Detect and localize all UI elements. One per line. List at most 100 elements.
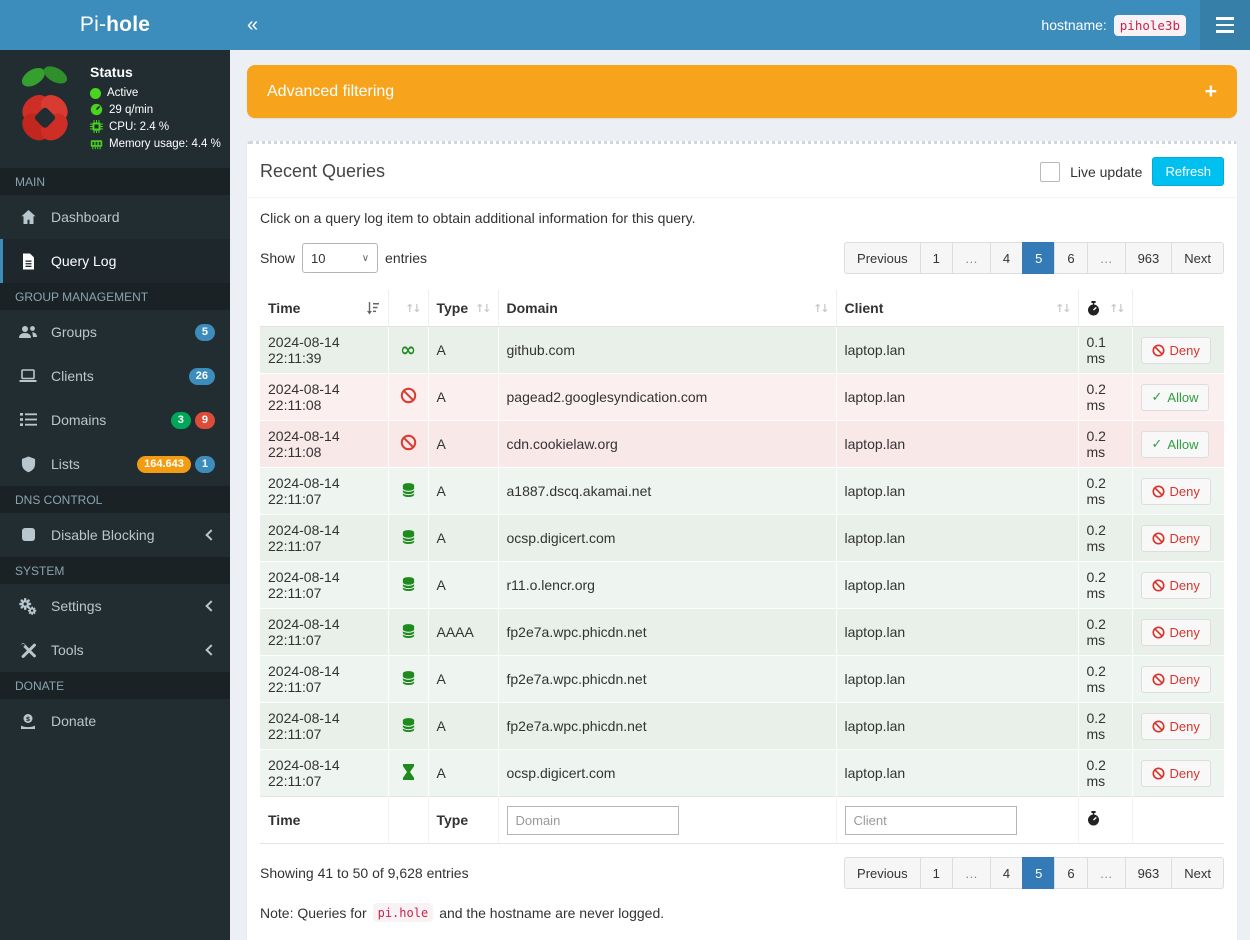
page-number-active[interactable]: 5 <box>1022 242 1056 274</box>
sidebar-item-label: Dashboard <box>51 209 120 225</box>
gauge-icon <box>90 103 103 116</box>
page-number[interactable]: 963 <box>1124 242 1173 274</box>
database-icon <box>401 717 415 732</box>
sidebar-item-clients[interactable]: Clients 26 <box>0 354 230 398</box>
sidebar-item-label: Query Log <box>51 253 117 269</box>
page-number[interactable]: 4 <box>989 242 1024 274</box>
sidebar-item-settings[interactable]: Settings <box>0 584 230 628</box>
deny-button[interactable]: Deny <box>1140 336 1211 364</box>
allow-button[interactable]: ✓ Allow <box>1140 430 1210 458</box>
page-ellipsis: … <box>1086 857 1126 889</box>
footer-type-label: Type <box>428 796 499 844</box>
deny-button[interactable]: Deny <box>1140 712 1211 740</box>
pihole-raspberry-logo <box>21 66 68 141</box>
sidebar-item-query-log[interactable]: Query Log <box>0 239 230 283</box>
database-icon <box>401 482 415 497</box>
column-header-status[interactable]: ↑↓ <box>388 290 429 327</box>
sidebar-item-disable-blocking[interactable]: Disable Blocking <box>0 513 230 557</box>
sidebar-item-donate[interactable]: $ Donate <box>0 699 230 743</box>
sidebar: Pi-hole Status Active 29 q/min CPU: 2.4 … <box>0 0 230 940</box>
sidebar-item-lists[interactable]: Lists 164.643 1 <box>0 442 230 486</box>
sidebar-item-dashboard[interactable]: Dashboard <box>0 195 230 239</box>
gears-icon <box>18 597 38 615</box>
sidebar-item-tools[interactable]: Tools <box>0 628 230 672</box>
table-row[interactable]: 2024-08-14 22:11:08 A cdn.cookielaw.org … <box>260 420 1224 468</box>
list-icon <box>18 412 38 429</box>
memory-icon <box>90 140 103 150</box>
donate-icon: $ <box>18 713 38 730</box>
column-header-client[interactable]: Client ↑↓ <box>836 290 1079 327</box>
shield-icon <box>18 456 38 473</box>
page-previous[interactable]: Previous <box>844 857 921 889</box>
deny-button[interactable]: Deny <box>1140 571 1211 599</box>
deny-button[interactable]: Deny <box>1140 665 1211 693</box>
page-number[interactable]: 4 <box>989 857 1024 889</box>
privacy-note: Note: Queries for pi.hole and the hostna… <box>260 903 665 922</box>
column-header-type[interactable]: Type ↑↓ <box>428 290 499 327</box>
stopwatch-icon <box>1087 300 1099 315</box>
client-search-input[interactable] <box>844 805 1017 835</box>
ban-icon <box>1151 484 1165 498</box>
sort-icon: ↑↓ <box>813 301 830 315</box>
table-row[interactable]: 2024-08-14 22:11:07 A ocsp.digicert.com … <box>260 514 1224 562</box>
page-number[interactable]: 963 <box>1124 857 1173 889</box>
sidebar-item-domains[interactable]: Domains 3 9 <box>0 398 230 442</box>
brand-text: Pi-hole <box>79 13 151 36</box>
topbar: « hostname: pihole3b <box>230 0 1250 50</box>
table-row[interactable]: 2024-08-14 22:11:07 A fp2e7a.wpc.phicdn.… <box>260 655 1224 703</box>
page-number-active[interactable]: 5 <box>1022 857 1056 889</box>
page-number[interactable]: 6 <box>1054 242 1088 274</box>
page-number[interactable]: 1 <box>919 857 953 889</box>
hostname-badge: pihole3b <box>1113 14 1186 36</box>
sidebar-item-label: Groups <box>51 324 97 340</box>
page-next[interactable]: Next <box>1171 857 1224 889</box>
sidebar-item-label: Settings <box>51 598 102 614</box>
check-icon: ✓ <box>1151 389 1163 405</box>
page-previous[interactable]: Previous <box>844 242 921 274</box>
section-system: SYSTEM <box>0 557 230 584</box>
chevron-left-icon <box>205 644 217 656</box>
advanced-filtering-header[interactable]: Advanced filtering + <box>247 65 1237 118</box>
sort-icon: ↑↓ <box>405 301 422 315</box>
page-next[interactable]: Next <box>1171 242 1224 274</box>
page-number[interactable]: 1 <box>919 242 953 274</box>
entries-info: Showing 41 to 50 of 9,628 entries <box>260 865 469 881</box>
table-row[interactable]: 2024-08-14 22:11:07 A a1887.dscq.akamai.… <box>260 467 1224 515</box>
table-row[interactable]: 2024-08-14 22:11:07 A r11.o.lencr.org la… <box>260 561 1224 609</box>
refresh-button[interactable]: Refresh <box>1152 157 1224 186</box>
section-main: MAIN <box>0 168 230 195</box>
column-header-time[interactable]: Time <box>260 290 389 327</box>
section-dns-control: DNS CONTROL <box>0 486 230 513</box>
table-row[interactable]: 2024-08-14 22:11:07 A ocsp.digicert.com … <box>260 749 1224 797</box>
deny-button[interactable]: Deny <box>1140 618 1211 646</box>
column-header-domain[interactable]: Domain ↑↓ <box>498 290 837 327</box>
page-size-select[interactable]: 10 ∨ <box>302 243 379 273</box>
table-row[interactable]: 2024-08-14 22:11:07 A fp2e7a.wpc.phicdn.… <box>260 702 1224 750</box>
sort-icon: ↑↓ <box>475 301 492 315</box>
query-log-table: Time ↑↓ Type ↑↓ Domain ↑↓ Client ↑↓ ↑↓ 2… <box>260 290 1224 844</box>
qpm-label: 29 q/min <box>109 103 154 116</box>
table-row[interactable]: 2024-08-14 22:11:39 ∞ A github.com lapto… <box>260 326 1224 374</box>
deny-button[interactable]: Deny <box>1140 477 1211 505</box>
page-ellipsis: … <box>951 857 991 889</box>
expand-plus-icon[interactable]: + <box>1205 80 1217 104</box>
ban-icon <box>1151 531 1165 545</box>
page-number[interactable]: 6 <box>1054 857 1088 889</box>
ban-icon <box>1151 578 1165 592</box>
table-row[interactable]: 2024-08-14 22:11:08 A pagead2.googlesynd… <box>260 373 1224 421</box>
deny-button[interactable]: Deny <box>1140 759 1211 787</box>
domain-search-input[interactable] <box>506 805 679 835</box>
deny-button[interactable]: Deny <box>1140 524 1211 552</box>
table-row[interactable]: 2024-08-14 22:11:07 AAAA fp2e7a.wpc.phic… <box>260 608 1224 656</box>
users-icon <box>18 324 38 341</box>
column-header-reply-time[interactable]: ↑↓ <box>1078 290 1133 327</box>
cpu-label: CPU: 2.4 % <box>109 120 170 133</box>
sidebar-item-groups[interactable]: Groups 5 <box>0 310 230 354</box>
chevron-down-icon: ∨ <box>361 252 370 264</box>
main-content: Advanced filtering + Recent Queries Live… <box>230 50 1250 940</box>
live-update-checkbox[interactable] <box>1040 161 1061 182</box>
hamburger-menu-button[interactable] <box>1200 0 1250 50</box>
hostname-label: hostname: <box>1041 17 1107 33</box>
sidebar-collapse-button[interactable]: « <box>230 14 275 37</box>
allow-button[interactable]: ✓ Allow <box>1140 383 1210 411</box>
